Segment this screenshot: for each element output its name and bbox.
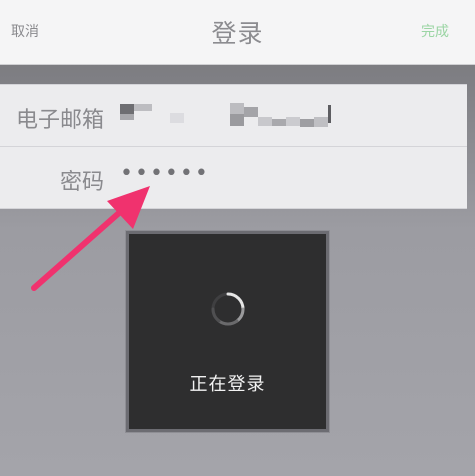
loading-status-text: 正在登录 — [189, 374, 266, 395]
loading-spinner-icon — [211, 292, 245, 326]
loading-overlay: 正在登录 — [126, 231, 329, 432]
